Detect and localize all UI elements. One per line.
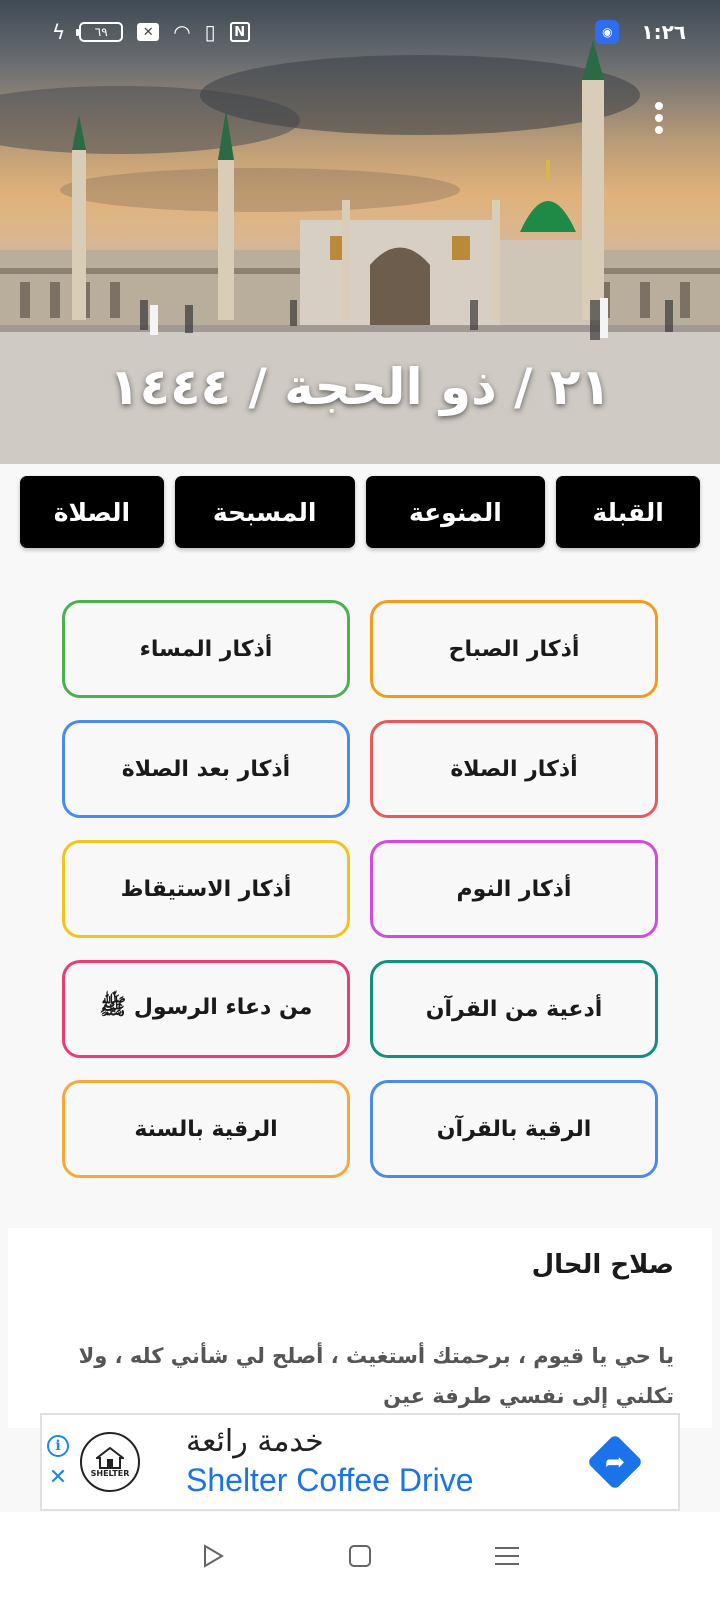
- menu-lines-icon[interactable]: [487, 1536, 527, 1576]
- close-icon[interactable]: ✕: [49, 1467, 67, 1489]
- home-square-icon[interactable]: [340, 1536, 380, 1576]
- status-icons-left: ϟ ٦٩ ✕ ◠ ▯ N: [52, 22, 250, 42]
- ad-subtitle: Shelter Coffee Drive: [186, 1462, 474, 1498]
- card-morning-adhkar[interactable]: أذكار الصباح: [370, 600, 658, 698]
- card-prophet-duas[interactable]: من دعاء الرسول ﷺ: [62, 960, 350, 1058]
- status-icons-right: ◉ ١:٢٦: [595, 20, 686, 44]
- shelter-logo: SHELTER: [80, 1432, 140, 1492]
- tab-qibla[interactable]: القبلة: [556, 476, 700, 548]
- ad-banner[interactable]: i ✕ SHELTER خدمة رائعة Shelter Coffee Dr…: [40, 1413, 680, 1511]
- house-icon: [96, 1446, 124, 1469]
- card-evening-adhkar[interactable]: أذكار المساء: [62, 600, 350, 698]
- app-screen: ϟ ٦٩ ✕ ◠ ▯ N ◉ ١:٢٦ ٢١ / ذو الحجة / ١٤٤٤…: [0, 0, 720, 1600]
- tab-misc[interactable]: المنوعة: [365, 476, 546, 548]
- vibrate-icon: ▯: [204, 20, 216, 44]
- dua-card: صلاح الحال يا حي يا قيوم ، برحمتك أستغيث…: [8, 1228, 712, 1428]
- directions-icon[interactable]: ➦: [586, 1433, 644, 1491]
- card-waking-adhkar[interactable]: أذكار الاستيقاظ: [62, 840, 350, 938]
- tab-prayer[interactable]: الصلاة: [20, 476, 164, 548]
- card-quran-duas[interactable]: أدعية من القرآن: [370, 960, 658, 1058]
- status-time: ١:٢٦: [641, 20, 686, 44]
- tab-tasbih[interactable]: المسبحة: [174, 476, 355, 548]
- nfc-icon: N: [229, 22, 250, 42]
- battery-indicator: ٦٩: [76, 22, 124, 42]
- hotspot-icon: ◉: [595, 20, 620, 44]
- more-vert-icon[interactable]: [644, 96, 674, 140]
- ad-title: خدمة رائعة: [186, 1424, 324, 1459]
- adhkar-grid: أذكار الصباح أذكار المساء أذكار الصلاة أ…: [62, 600, 658, 1178]
- ad-controls: i ✕: [42, 1415, 74, 1509]
- card-ruqya-quran[interactable]: الرقية بالقرآن: [370, 1080, 658, 1178]
- notification-x-icon: ✕: [137, 23, 160, 41]
- card-ruqya-sunnah[interactable]: الرقية بالسنة: [62, 1080, 350, 1178]
- ad-text: خدمة رائعة Shelter Coffee Drive: [186, 1424, 474, 1500]
- card-after-prayer-adhkar[interactable]: أذكار بعد الصلاة: [62, 720, 350, 818]
- top-tabs: القبلة المنوعة المسبحة الصلاة: [20, 476, 700, 548]
- card-prayer-adhkar[interactable]: أذكار الصلاة: [370, 720, 658, 818]
- dua-text: يا حي يا قيوم ، برحمتك أستغيث ، أصلح لي …: [78, 1344, 674, 1408]
- dua-title: صلاح الحال: [531, 1250, 674, 1280]
- header-banner-image: ϟ ٦٩ ✕ ◠ ▯ N ◉ ١:٢٦ ٢١ / ذو الحجة / ١٤٤٤: [0, 0, 720, 464]
- hijri-date: ٢١ / ذو الحجة / ١٤٤٤: [109, 358, 611, 416]
- status-bar: ϟ ٦٩ ✕ ◠ ▯ N ◉ ١:٢٦: [0, 0, 720, 64]
- back-triangle-icon[interactable]: [193, 1536, 233, 1576]
- card-sleep-adhkar[interactable]: أذكار النوم: [370, 840, 658, 938]
- wifi-icon: ◠: [173, 20, 191, 44]
- system-nav-bar: [0, 1512, 720, 1600]
- charging-icon: ϟ: [52, 20, 66, 44]
- shelter-logo-text: SHELTER: [90, 1468, 130, 1478]
- info-icon[interactable]: i: [47, 1435, 69, 1457]
